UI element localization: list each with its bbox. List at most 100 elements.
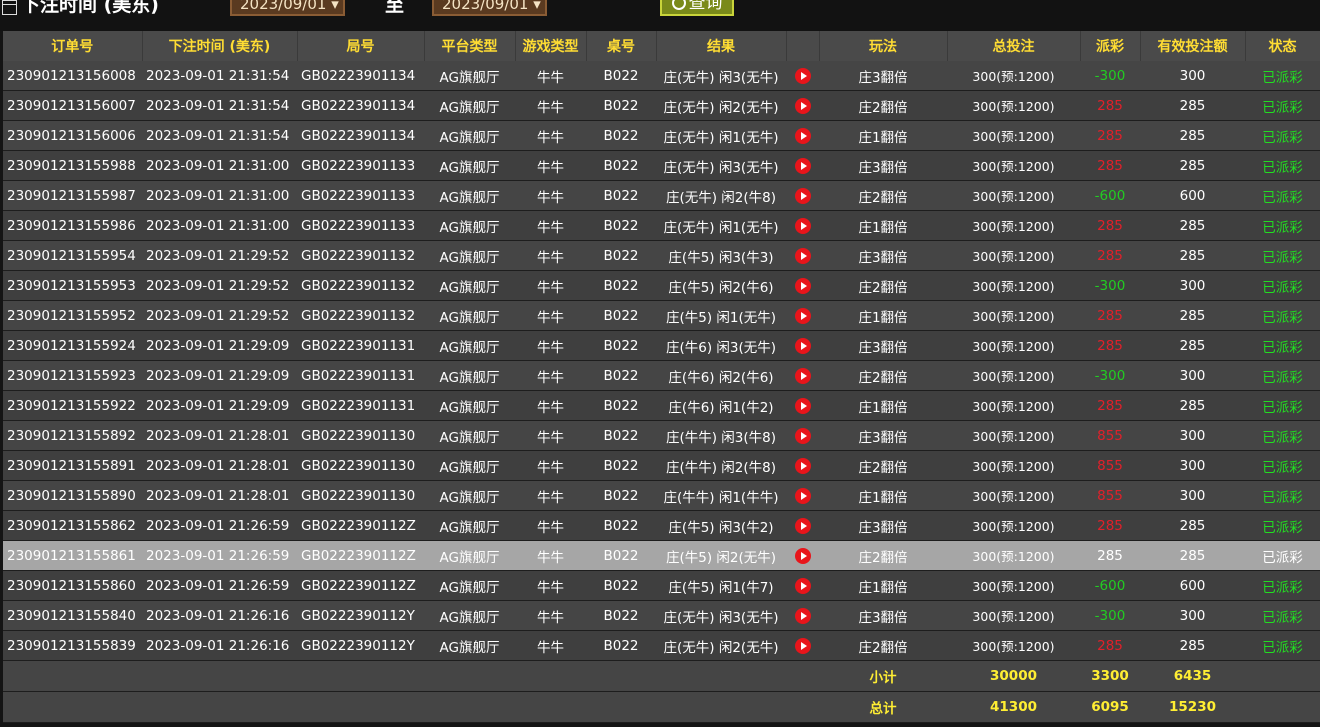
play-circle-icon[interactable] bbox=[794, 547, 811, 564]
payout-cell: 285 bbox=[1080, 210, 1140, 241]
play-circle-icon[interactable] bbox=[794, 607, 811, 624]
table-row[interactable]: 230901213156008 2023-09-01 21:31:54 GB0222… bbox=[3, 61, 1320, 91]
status-cell: 已派彩 bbox=[1245, 120, 1320, 151]
total-bet-cell: 300(预:1200) bbox=[947, 150, 1080, 181]
round-id-cell: GB02223901132 bbox=[297, 270, 424, 301]
table-row[interactable]: 230901213155923 2023-09-01 21:29:09 GB0222… bbox=[3, 360, 1320, 391]
bet-time-cell: 2023-09-01 21:31:54 bbox=[142, 90, 297, 121]
table-row[interactable]: 230901213155862 2023-09-01 21:26:59 GB0222… bbox=[3, 510, 1320, 541]
bet-time-cell: 2023-09-01 21:29:09 bbox=[142, 390, 297, 421]
table-row[interactable]: 230901213155890 2023-09-01 21:28:01 GB0222… bbox=[3, 480, 1320, 511]
status-cell: 已派彩 bbox=[1245, 510, 1320, 541]
result-cell: 庄(无牛) 闲1(无牛) bbox=[656, 210, 786, 241]
order-id-cell: 230901213155839 bbox=[3, 630, 142, 661]
result-cell: 庄(无牛) 闲2(牛8) bbox=[656, 180, 786, 211]
total-bet-cell: 300(预:1200) bbox=[947, 120, 1080, 151]
replay-cell bbox=[786, 480, 819, 511]
order-id-cell: 230901213155862 bbox=[3, 510, 142, 541]
play-type-cell: 庄1翻倍 bbox=[819, 120, 947, 151]
order-id-cell: 230901213155952 bbox=[3, 300, 142, 331]
game-type-cell: 牛牛 bbox=[515, 480, 586, 511]
play-type-cell: 庄1翻倍 bbox=[819, 570, 947, 601]
calendar-icon bbox=[2, 0, 17, 15]
column-header: 总投注 bbox=[947, 31, 1081, 61]
replay-cell bbox=[786, 420, 819, 451]
table-no-cell: B022 bbox=[586, 630, 656, 661]
play-circle-icon[interactable] bbox=[794, 457, 811, 474]
valid-bet-cell: 300 bbox=[1140, 420, 1245, 451]
round-id-cell: GB02223901133 bbox=[297, 210, 424, 241]
bet-time-cell: 2023-09-01 21:31:54 bbox=[142, 120, 297, 151]
total-bet-cell: 300(预:1200) bbox=[947, 630, 1080, 661]
column-header: 有效投注额 bbox=[1140, 31, 1246, 61]
table-row[interactable]: 230901213155988 2023-09-01 21:31:00 GB0222… bbox=[3, 150, 1320, 181]
play-circle-icon[interactable] bbox=[794, 337, 811, 354]
table-row[interactable]: 230901213156007 2023-09-01 21:31:54 GB0222… bbox=[3, 90, 1320, 121]
game-type-cell: 牛牛 bbox=[515, 360, 586, 391]
column-header: 游戏类型 bbox=[515, 31, 587, 61]
play-circle-icon[interactable] bbox=[794, 517, 811, 534]
table-row[interactable]: 230901213155953 2023-09-01 21:29:52 GB0222… bbox=[3, 270, 1320, 301]
play-type-cell: 庄3翻倍 bbox=[819, 240, 947, 271]
table-row[interactable]: 230901213155924 2023-09-01 21:29:09 GB0222… bbox=[3, 330, 1320, 361]
order-id-cell: 230901213155890 bbox=[3, 480, 142, 511]
play-circle-icon[interactable] bbox=[794, 577, 811, 594]
play-circle-icon[interactable] bbox=[794, 217, 811, 234]
payout-cell: -300 bbox=[1080, 61, 1140, 91]
play-circle-icon[interactable] bbox=[794, 187, 811, 204]
valid-bet-cell: 600 bbox=[1140, 180, 1245, 211]
round-id-cell: GB02223901134 bbox=[297, 61, 424, 91]
table-row[interactable]: 230901213155987 2023-09-01 21:31:00 GB0222… bbox=[3, 180, 1320, 211]
table-row[interactable]: 230901213156006 2023-09-01 21:31:54 GB0222… bbox=[3, 120, 1320, 151]
column-header: 状态 bbox=[1245, 31, 1320, 61]
play-circle-icon[interactable] bbox=[794, 67, 811, 84]
payout-cell: -300 bbox=[1080, 360, 1140, 391]
round-id-cell: GB0222390112Y bbox=[297, 630, 424, 661]
table-row[interactable]: 230901213155922 2023-09-01 21:29:09 GB0222… bbox=[3, 390, 1320, 421]
table-row[interactable]: 230901213155986 2023-09-01 21:31:00 GB0222… bbox=[3, 210, 1320, 241]
game-type-cell: 牛牛 bbox=[515, 180, 586, 211]
play-circle-icon[interactable] bbox=[794, 97, 811, 114]
table-row[interactable]: 230901213155892 2023-09-01 21:28:01 GB0222… bbox=[3, 420, 1320, 451]
payout-cell: -600 bbox=[1080, 180, 1140, 211]
table-row[interactable]: 230901213155952 2023-09-01 21:29:52 GB0222… bbox=[3, 300, 1320, 331]
play-circle-icon[interactable] bbox=[794, 247, 811, 264]
play-circle-icon[interactable] bbox=[794, 127, 811, 144]
play-circle-icon[interactable] bbox=[794, 157, 811, 174]
replay-cell bbox=[786, 600, 819, 631]
play-circle-icon[interactable] bbox=[794, 637, 811, 654]
play-circle-icon[interactable] bbox=[794, 307, 811, 324]
play-circle-icon[interactable] bbox=[794, 277, 811, 294]
table-body: 230901213156008 2023-09-01 21:31:54 GB0222… bbox=[3, 61, 1320, 723]
status-cell: 已派彩 bbox=[1245, 630, 1320, 661]
table-row[interactable]: 230901213155839 2023-09-01 21:26:16 GB0222… bbox=[3, 630, 1320, 661]
result-cell: 庄(牛牛) 闲2(牛8) bbox=[656, 450, 786, 481]
table-row[interactable]: 230901213155840 2023-09-01 21:26:16 GB0222… bbox=[3, 600, 1320, 631]
start-date-select[interactable]: 2023/09/01 ▾ bbox=[230, 0, 345, 16]
status-cell: 已派彩 bbox=[1245, 480, 1320, 511]
play-circle-icon[interactable] bbox=[794, 367, 811, 384]
valid-bet-cell: 285 bbox=[1140, 630, 1245, 661]
valid-bet-cell: 285 bbox=[1140, 390, 1245, 421]
play-circle-icon[interactable] bbox=[794, 397, 811, 414]
payout-cell: 285 bbox=[1080, 540, 1140, 571]
table-row[interactable]: 230901213155891 2023-09-01 21:28:01 GB0222… bbox=[3, 450, 1320, 481]
play-circle-icon[interactable] bbox=[794, 487, 811, 504]
play-circle-icon[interactable] bbox=[794, 427, 811, 444]
table-no-cell: B022 bbox=[586, 210, 656, 241]
game-type-cell: 牛牛 bbox=[515, 420, 586, 451]
end-date-select[interactable]: 2023/09/01 ▾ bbox=[432, 0, 547, 16]
play-type-cell: 庄2翻倍 bbox=[819, 180, 947, 211]
table-row[interactable]: 230901213155860 2023-09-01 21:26:59 GB0222… bbox=[3, 570, 1320, 601]
valid-bet-cell: 300 bbox=[1140, 600, 1245, 631]
table-row[interactable]: 230901213155861 2023-09-01 21:26:59 GB0222… bbox=[3, 540, 1320, 571]
query-button[interactable]: 查询 bbox=[660, 0, 734, 16]
table-no-cell: B022 bbox=[586, 510, 656, 541]
total-row: 总计 41300 6095 15230 bbox=[3, 691, 1320, 723]
table-row[interactable]: 230901213155954 2023-09-01 21:29:52 GB0222… bbox=[3, 240, 1320, 271]
payout-cell: 285 bbox=[1080, 330, 1140, 361]
play-type-cell: 庄2翻倍 bbox=[819, 630, 947, 661]
valid-bet-cell: 300 bbox=[1140, 270, 1245, 301]
payout-cell: 285 bbox=[1080, 120, 1140, 151]
play-type-cell: 庄3翻倍 bbox=[819, 510, 947, 541]
